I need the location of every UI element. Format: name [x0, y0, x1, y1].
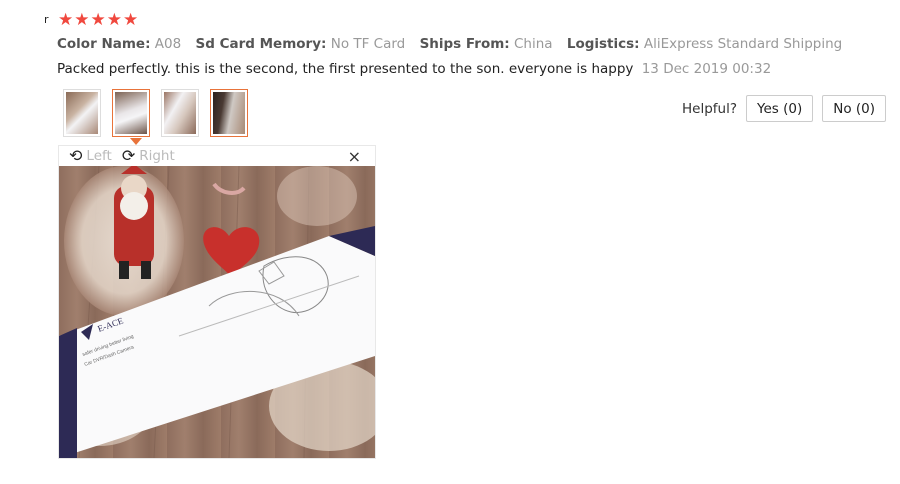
star-icon: ★ — [123, 10, 139, 30]
property-ships-from: Ships From: China — [419, 36, 553, 52]
star-icon: ★ — [74, 10, 90, 30]
helpful-no-button[interactable]: No (0) — [822, 95, 886, 122]
review-comment: Packed perfectly. this is the second, th… — [57, 61, 771, 77]
rating-stars: ★ ★ ★ ★ ★ — [58, 11, 138, 29]
rotate-right-button[interactable]: ⟳ Right — [121, 146, 175, 165]
review-date: 13 Dec 2019 00:32 — [641, 61, 772, 77]
property-sd-card: Sd Card Memory: No TF Card — [195, 36, 406, 52]
rotate-left-icon: ⟲ — [69, 146, 83, 165]
close-icon[interactable]: × — [348, 147, 361, 166]
helpful-label: Helpful? — [681, 100, 737, 117]
comment-text: Packed perfectly. this is the second, th… — [57, 61, 634, 77]
rotate-right-icon: ⟳ — [121, 146, 136, 165]
star-icon: ★ — [90, 10, 106, 30]
star-icon: ★ — [106, 10, 122, 30]
review-thumbnail[interactable] — [63, 89, 101, 137]
helpful-voting: Helpful? Yes (0) No (0) — [682, 95, 886, 122]
active-thumbnail-pointer — [130, 138, 142, 145]
review-thumbnail[interactable] — [210, 89, 248, 137]
helpful-yes-button[interactable]: Yes (0) — [746, 95, 814, 122]
viewer-toolbar: ⟲ Left ⟳ Right × — [59, 146, 375, 166]
review-thumbnail-active[interactable] — [112, 89, 150, 137]
review-thumbnails — [63, 89, 248, 137]
corner-mark: r — [44, 13, 49, 26]
star-icon: ★ — [58, 10, 74, 30]
photo-scene: E-ACE safer driving better living Car DV… — [59, 166, 375, 458]
review-photo: E-ACE safer driving better living Car DV… — [59, 166, 375, 458]
review-thumbnail[interactable] — [161, 89, 199, 137]
property-color: Color Name: A08 — [57, 36, 182, 52]
image-viewer: ⟲ Left ⟳ Right × E-ACE safer driving bet… — [58, 145, 376, 459]
product-properties: Color Name: A08 Sd Card Memory: No TF Ca… — [57, 36, 852, 52]
rotate-left-button[interactable]: ⟲ Left — [69, 146, 112, 165]
property-logistics: Logistics: AliExpress Standard Shipping — [566, 36, 843, 52]
